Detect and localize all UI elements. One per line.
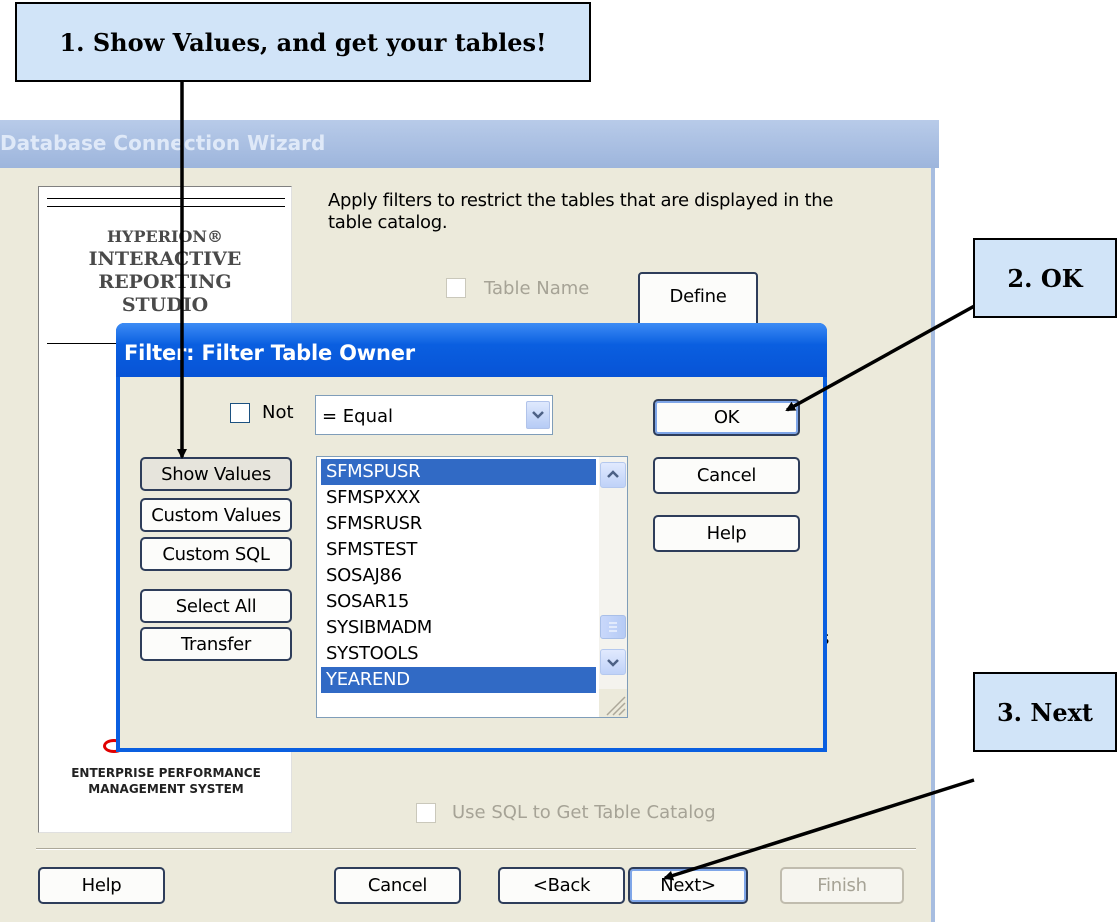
callout-arrows — [177, 82, 979, 881]
callout-step-3: 3. Next — [973, 672, 1117, 752]
arrow-to-next — [663, 778, 975, 881]
arrow-to-ok — [785, 302, 979, 412]
callout-step-1: 1. Show Values, and get your tables! — [15, 2, 591, 82]
callout-step-2: 2. OK — [973, 238, 1117, 318]
